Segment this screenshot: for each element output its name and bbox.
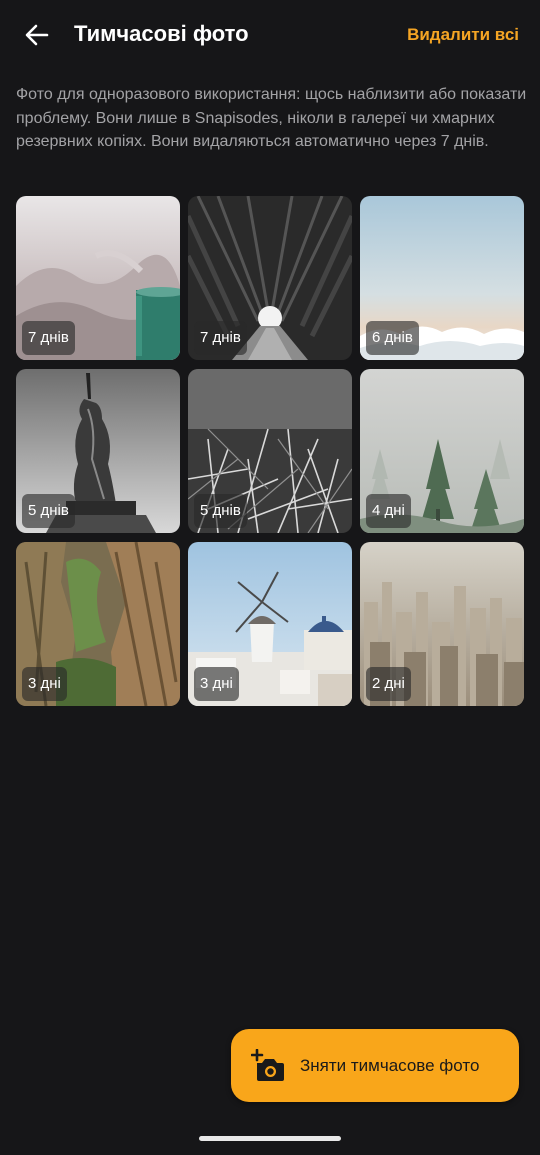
- photo-tile[interactable]: 5 днів: [188, 369, 352, 533]
- days-left-badge: 5 днів: [22, 494, 75, 528]
- photo-tile[interactable]: 2 дні: [360, 542, 524, 706]
- photo-grid: 7 днів 7 днів 6 днів 5 днів 5 днів 4 дні…: [16, 196, 525, 706]
- photo-tile[interactable]: 6 днів: [360, 196, 524, 360]
- days-left-badge: 3 дні: [194, 667, 239, 701]
- photo-tile[interactable]: 7 днів: [16, 196, 180, 360]
- take-temporary-photo-button[interactable]: Зняти тимчасове фото: [231, 1029, 519, 1102]
- photo-tile[interactable]: 4 дні: [360, 369, 524, 533]
- days-left-badge: 6 днів: [366, 321, 419, 355]
- fab-label: Зняти тимчасове фото: [300, 1056, 480, 1075]
- photo-tile[interactable]: 7 днів: [188, 196, 352, 360]
- page-title: Тимчасові фото: [74, 21, 249, 46]
- photo-tile[interactable]: 3 дні: [188, 542, 352, 706]
- days-left-badge: 5 днів: [194, 494, 247, 528]
- top-app-bar: Тимчасові фото Видалити всі: [0, 0, 540, 70]
- delete-all-button[interactable]: Видалити всі: [407, 24, 519, 46]
- photo-tile[interactable]: 5 днів: [16, 369, 180, 533]
- description-text: Фото для одноразового використання: щось…: [16, 86, 527, 150]
- arrow-left-icon: [25, 24, 49, 46]
- days-left-badge: 2 дні: [366, 667, 411, 701]
- days-left-badge: 3 дні: [22, 667, 67, 701]
- add-camera-icon: [251, 1049, 284, 1081]
- days-left-badge: 7 днів: [194, 321, 247, 355]
- home-indicator[interactable]: [199, 1136, 341, 1141]
- back-button[interactable]: [18, 17, 56, 53]
- photo-tile[interactable]: 3 дні: [16, 542, 180, 706]
- days-left-badge: 7 днів: [22, 321, 75, 355]
- days-left-badge: 4 дні: [366, 494, 411, 528]
